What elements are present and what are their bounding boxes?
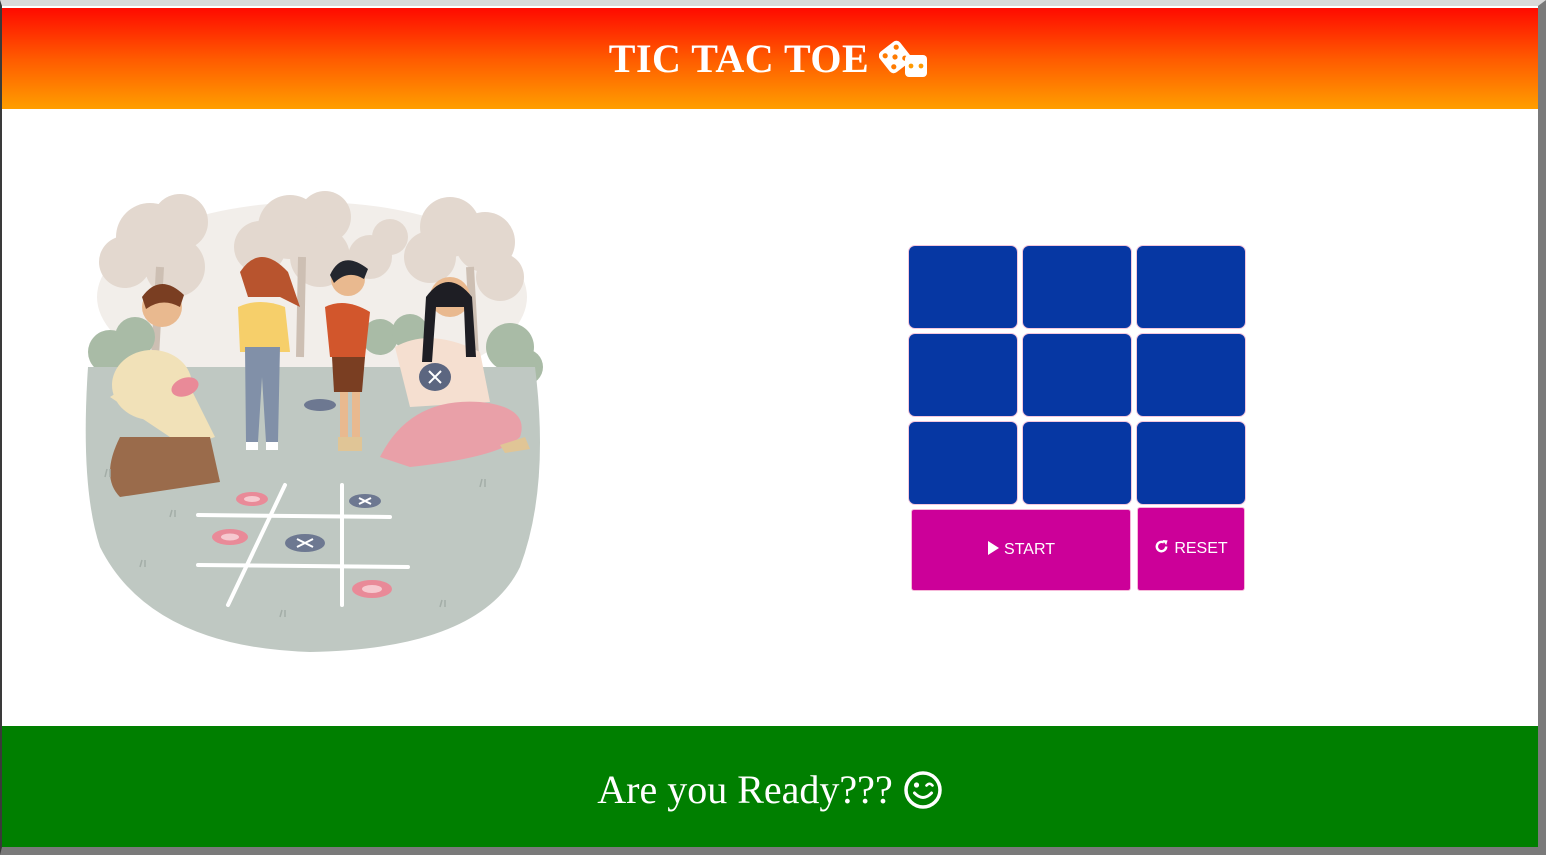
app-window: TIC TAC TOE START RESET Are you Ready???: [0, 0, 1546, 855]
dice-icon: [879, 39, 931, 79]
board-cell-7[interactable]: [908, 421, 1018, 505]
start-button[interactable]: START: [911, 509, 1131, 591]
board-cell-8[interactable]: [1022, 421, 1132, 505]
footer-bar: Are you Ready???: [2, 726, 1538, 847]
board-grid: [908, 245, 1248, 505]
page-title: TIC TAC TOE: [608, 36, 870, 81]
board-cell-9[interactable]: [1136, 421, 1246, 505]
main-content: START RESET: [2, 109, 1538, 726]
board-cell-4[interactable]: [908, 333, 1018, 417]
reset-button-label: RESET: [1174, 540, 1228, 557]
board-cell-1[interactable]: [908, 245, 1018, 329]
board-cell-6[interactable]: [1136, 333, 1246, 417]
board-cell-2[interactable]: [1022, 245, 1132, 329]
refresh-icon: [1154, 539, 1169, 559]
play-icon: [987, 540, 1000, 560]
smile-wink-icon: [903, 770, 943, 810]
game-controls: START RESET: [908, 507, 1248, 591]
start-button-label: START: [1004, 541, 1055, 558]
family-playing-tic-tac-toe-illustration: [80, 187, 544, 657]
reset-button[interactable]: RESET: [1137, 507, 1245, 591]
header-bar: TIC TAC TOE: [2, 8, 1538, 109]
board-cell-5[interactable]: [1022, 333, 1132, 417]
ready-message: Are you Ready???: [597, 767, 893, 812]
board-cell-3[interactable]: [1136, 245, 1246, 329]
game-board: START RESET: [908, 245, 1248, 591]
